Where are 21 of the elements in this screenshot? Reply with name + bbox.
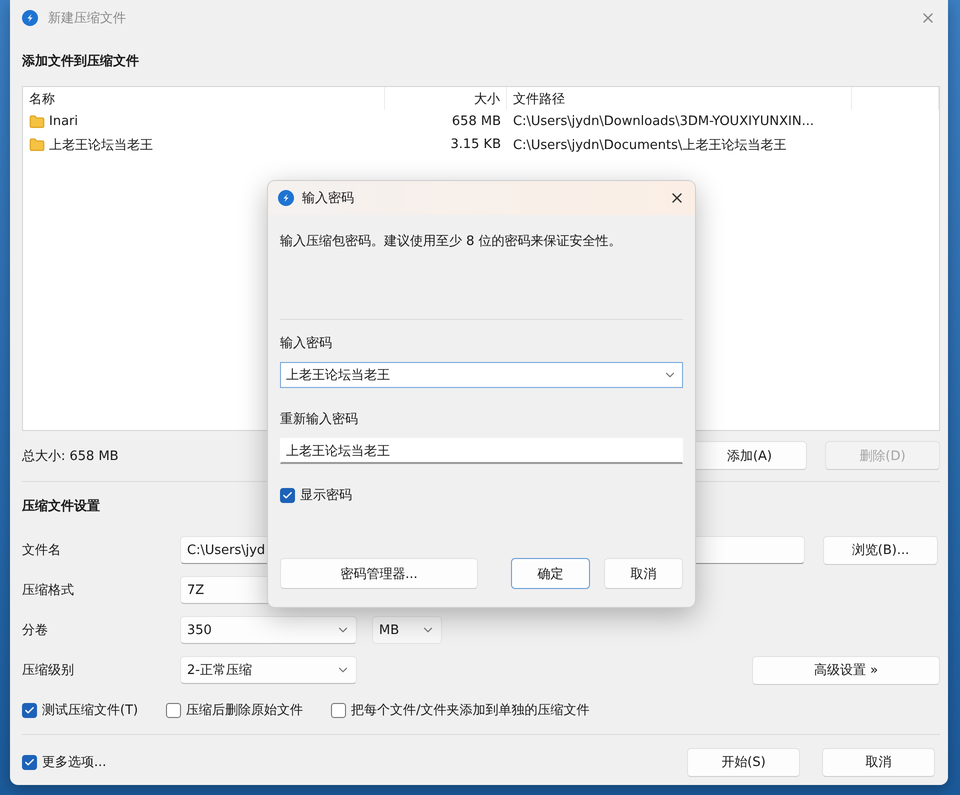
- checkbox-label: 更多选项...: [42, 754, 106, 771]
- dialog-message: 输入压缩包密码。建议使用至少 8 位的密码来保证安全性。: [280, 233, 623, 251]
- file-path: C:\Users\jydn\Downloads\3DM-YOUXIYUNXIN...: [512, 114, 815, 129]
- field-label: 重新输入密码: [280, 411, 359, 428]
- field-label: 文件名: [22, 542, 62, 559]
- section-heading: 添加文件到压缩文件: [22, 52, 140, 71]
- field-label: 分卷: [22, 622, 49, 639]
- dialog-title: 输入密码: [302, 190, 355, 207]
- field-label: 输入密码: [280, 335, 333, 352]
- checkbox-label: 显示密码: [300, 487, 352, 504]
- file-path: C:\Users\jydn\Documents\上老王论坛当老王: [512, 136, 788, 154]
- field-label: 压缩格式: [22, 582, 75, 599]
- file-size: 658 MB: [450, 114, 502, 129]
- section-heading: 压缩文件设置: [22, 498, 101, 516]
- total-size: 总大小: 658 MB: [22, 448, 119, 464]
- file-size: 3.15 KB: [449, 137, 502, 152]
- checkbox-label: 测试压缩文件(T): [42, 702, 138, 719]
- field-label: 压缩级别: [22, 662, 75, 679]
- window-title: 新建压缩文件: [48, 10, 127, 27]
- checkbox-label: 把每个文件/文件夹添加到单独的压缩文件: [351, 702, 590, 719]
- checkbox-label: 压缩后删除原始文件: [186, 702, 304, 719]
